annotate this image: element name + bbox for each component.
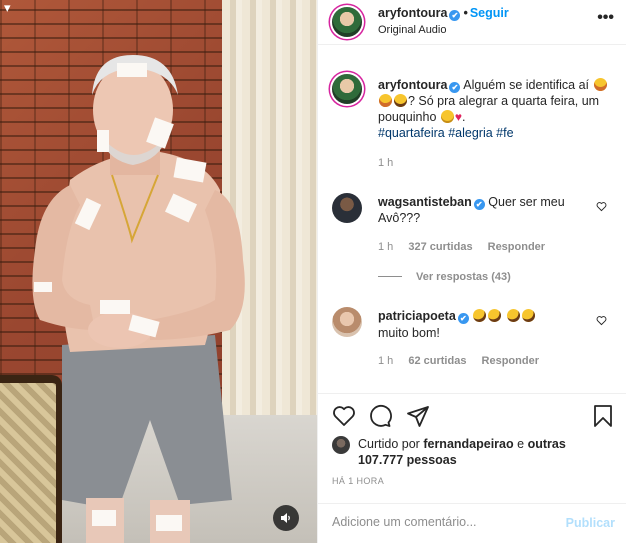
comment-icon[interactable] [368, 404, 392, 428]
more-horizontal-icon[interactable]: ••• [597, 9, 614, 27]
grinning-emoji-icon [593, 78, 607, 91]
red-heart-emoji-icon: ♥ [454, 110, 463, 124]
caption: aryfontoura ✔ Alguém se identifica aí ? S… [378, 77, 613, 141]
comment-meta: 1 h 62 curtidas Responder [378, 355, 551, 367]
bookmark-icon[interactable] [591, 404, 615, 428]
comment-time[interactable]: 1 h [378, 241, 393, 253]
comment-likes[interactable]: 327 curtidas [408, 241, 472, 253]
post-timestamp[interactable]: HÁ 1 HORA [332, 476, 384, 486]
author-username[interactable]: aryfontoura [378, 6, 447, 20]
hashtag[interactable]: #quartafeira [378, 126, 445, 140]
reply-button[interactable]: Responder [482, 355, 539, 367]
follow-button[interactable]: Seguir [470, 6, 509, 20]
comment-avatar[interactable] [332, 193, 362, 223]
verified-badge-icon: ✔ [449, 10, 461, 21]
caption-text-1: Alguém se identifica aí [463, 78, 590, 92]
caption-meta: 1 h [378, 157, 405, 169]
rofl-emoji-icon [485, 306, 504, 325]
rofl-emoji-icon [519, 306, 538, 325]
likes-prefix: Curtido por [358, 437, 420, 451]
comment-username[interactable]: wagsantisteban [378, 195, 472, 209]
caption-avatar[interactable] [332, 74, 362, 104]
comment: patriciapoeta ✔ muito bom! [378, 306, 588, 342]
separator: • [463, 6, 468, 20]
audio-label[interactable]: Original Audio [378, 24, 447, 36]
verified-badge-icon: ✔ [449, 82, 461, 93]
comments-list[interactable]: aryfontoura ✔ Alguém se identifica aí ? S… [318, 45, 626, 393]
avatar[interactable] [332, 7, 362, 37]
person-figure [32, 55, 245, 543]
heart-icon[interactable] [332, 404, 356, 428]
verified-badge-icon: ✔ [457, 313, 469, 324]
comment-avatar[interactable] [332, 307, 362, 337]
verified-badge-icon: ✔ [473, 199, 485, 210]
action-bar: Curtido por fernandapeirao e outras 107.… [318, 393, 626, 503]
view-replies-label: Ver respostas (43) [416, 271, 511, 283]
comment-username[interactable]: patriciapoeta [378, 309, 456, 323]
caption-time[interactable]: 1 h [378, 157, 393, 169]
volume-icon[interactable] [273, 505, 299, 531]
rofl-emoji-icon [504, 306, 523, 325]
chevron-down-icon[interactable]: ▾ [4, 0, 11, 16]
caption-username[interactable]: aryfontoura [378, 78, 447, 92]
publish-button[interactable]: Publicar [566, 516, 615, 530]
comment-text: muito bom! [378, 326, 440, 340]
comment-likes[interactable]: 62 curtidas [408, 355, 466, 367]
post-header: aryfontoura ✔ • Seguir Original Audio ••• [318, 0, 626, 45]
hashtag[interactable]: #alegria [448, 126, 492, 140]
caption-text-2: ? Só pra alegrar a quarta feira, um pouq… [378, 94, 600, 124]
liker-username[interactable]: fernandapeirao [423, 437, 513, 451]
smiling-emoji-icon [440, 110, 454, 123]
view-replies-button[interactable]: Ver respostas (43) [378, 271, 511, 283]
grinning-emoji-icon [379, 94, 392, 107]
add-comment-bar: Publicar [318, 503, 626, 543]
header-username-row: aryfontoura ✔ • Seguir [378, 6, 509, 21]
comment-meta: 1 h 327 curtidas Responder [378, 241, 557, 253]
liker-avatar[interactable] [332, 436, 350, 454]
laughing-emoji-icon [394, 94, 407, 107]
post-media[interactable]: ▾ [0, 0, 317, 543]
comment: wagsantisteban ✔ Quer ser meu Avô??? [378, 194, 588, 226]
rofl-emoji-icon [470, 306, 489, 325]
reply-button[interactable]: Responder [488, 241, 545, 253]
post-details-panel: aryfontoura ✔ • Seguir Original Audio ••• a… [317, 0, 626, 543]
heart-icon[interactable] [596, 201, 607, 212]
heart-icon[interactable] [596, 315, 607, 326]
likes-summary: Curtido por fernandapeirao e outras 107.… [358, 436, 588, 468]
likes-conj: e [517, 437, 525, 451]
send-icon[interactable] [406, 404, 430, 428]
replies-divider [378, 276, 402, 277]
comment-input[interactable] [332, 515, 552, 529]
hashtag[interactable]: #fe [496, 126, 513, 140]
comment-time[interactable]: 1 h [378, 355, 393, 367]
